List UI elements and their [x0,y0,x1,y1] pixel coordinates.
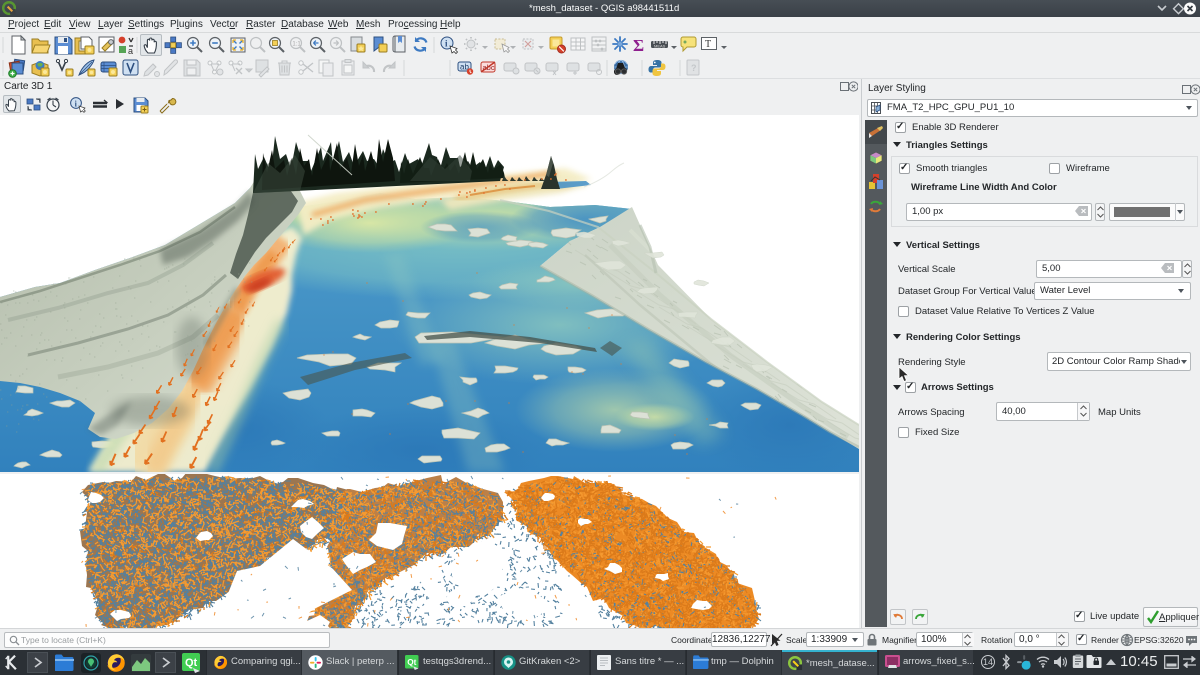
svg-text:?: ? [691,63,697,73]
svg-text:Qt: Qt [407,658,416,667]
svg-text:1:1: 1:1 [292,42,301,48]
svg-text:abc: abc [483,63,495,72]
svg-text:Σ: Σ [633,36,644,55]
svg-text:Qt: Qt [185,657,198,669]
svg-text:a: a [128,46,133,56]
svg-text:T: T [705,39,711,50]
svg-text:MEAS: MEAS [654,44,666,49]
